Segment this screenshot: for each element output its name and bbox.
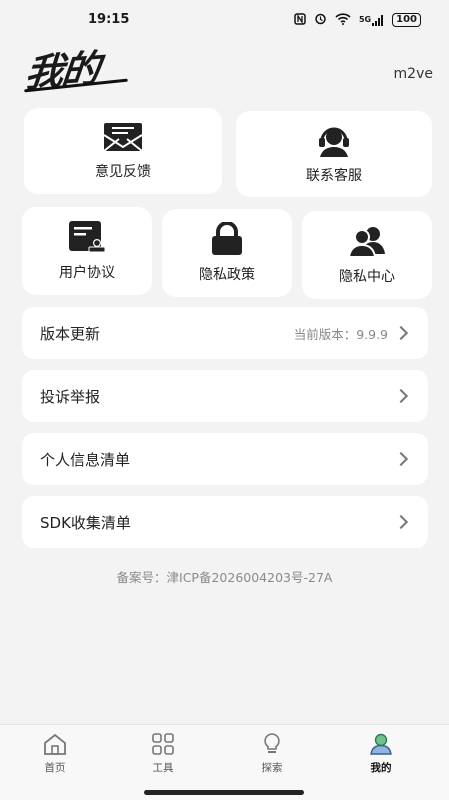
- version-update-row[interactable]: 版本更新 当前版本：9.9.9: [22, 307, 428, 359]
- privacy-center-label: 隐私中心: [339, 269, 395, 285]
- current-version: 当前版本：9.9.9: [293, 326, 388, 342]
- document-stamp-icon: [67, 220, 107, 254]
- customer-service-card[interactable]: 联系客服: [236, 111, 432, 197]
- feedback-label: 意见反馈: [95, 164, 151, 180]
- chevron-right-icon: [393, 325, 409, 341]
- user-agreement-card[interactable]: 用户协议: [22, 207, 152, 295]
- icp-record[interactable]: 备案号：津ICP备2026004203号-27A: [0, 567, 449, 586]
- sdk-list-row[interactable]: SDK收集清单: [22, 496, 428, 548]
- complaint-label: 投诉举报: [40, 387, 101, 406]
- nav-explore[interactable]: 探索: [237, 733, 307, 775]
- headset-icon: [314, 123, 354, 157]
- privacy-policy-card[interactable]: 隐私政策: [162, 209, 292, 297]
- network-type: 5G: [358, 14, 372, 24]
- home-indicator[interactable]: [144, 790, 304, 795]
- nav-tools[interactable]: 工具: [128, 733, 198, 775]
- username: m2ve: [393, 66, 433, 82]
- mail-icon: [103, 121, 143, 153]
- nav-home-label: 首页: [44, 762, 66, 774]
- nav-home[interactable]: 首页: [20, 733, 90, 775]
- version-info: 当前版本：9.9.9: [294, 324, 410, 343]
- grid-icon: [150, 733, 176, 758]
- personal-info-list-row[interactable]: 个人信息清单: [22, 433, 428, 485]
- status-icons: 5G 100: [294, 12, 421, 28]
- user-icon: [368, 733, 394, 758]
- home-icon: [42, 733, 68, 758]
- nfc-icon: [294, 12, 306, 28]
- screen: 19:15 5G 100 我的 m2ve 意见反馈 联系客服 用户协议 隐私政策…: [0, 0, 449, 800]
- chevron-right-icon: [393, 514, 409, 530]
- cellular-icon: 5G: [358, 14, 384, 26]
- lock-icon: [207, 222, 247, 256]
- feedback-card[interactable]: 意见反馈: [24, 108, 222, 194]
- sdk-list-label: SDK收集清单: [40, 513, 131, 532]
- complaint-row[interactable]: 投诉举报: [22, 370, 428, 422]
- nav-tools-label: 工具: [152, 762, 174, 774]
- users-icon: [347, 224, 387, 258]
- personal-info-list-label: 个人信息清单: [40, 450, 131, 469]
- status-bar: 19:15 5G 100: [0, 0, 449, 40]
- privacy-policy-label: 隐私政策: [199, 267, 255, 283]
- chevron-right-icon: [393, 451, 409, 467]
- nav-mine-label: 我的: [370, 762, 392, 774]
- personal-info-arrow: [393, 451, 410, 467]
- bottom-nav: 首页 工具 探索 我的: [0, 724, 449, 800]
- status-time: 19:15: [88, 12, 130, 27]
- user-agreement-label: 用户协议: [59, 265, 115, 281]
- wifi-icon: [335, 12, 351, 28]
- sdk-list-arrow: [393, 514, 410, 530]
- privacy-center-card[interactable]: 隐私中心: [302, 211, 432, 299]
- complaint-arrow: [393, 388, 410, 404]
- nav-explore-label: 探索: [261, 762, 283, 774]
- chevron-right-icon: [393, 388, 409, 404]
- alarm-icon: [314, 12, 327, 28]
- lightbulb-icon: [259, 733, 285, 758]
- customer-service-label: 联系客服: [306, 168, 362, 184]
- battery-indicator: 100: [392, 13, 421, 27]
- version-update-label: 版本更新: [40, 324, 101, 343]
- nav-mine[interactable]: 我的: [346, 733, 416, 775]
